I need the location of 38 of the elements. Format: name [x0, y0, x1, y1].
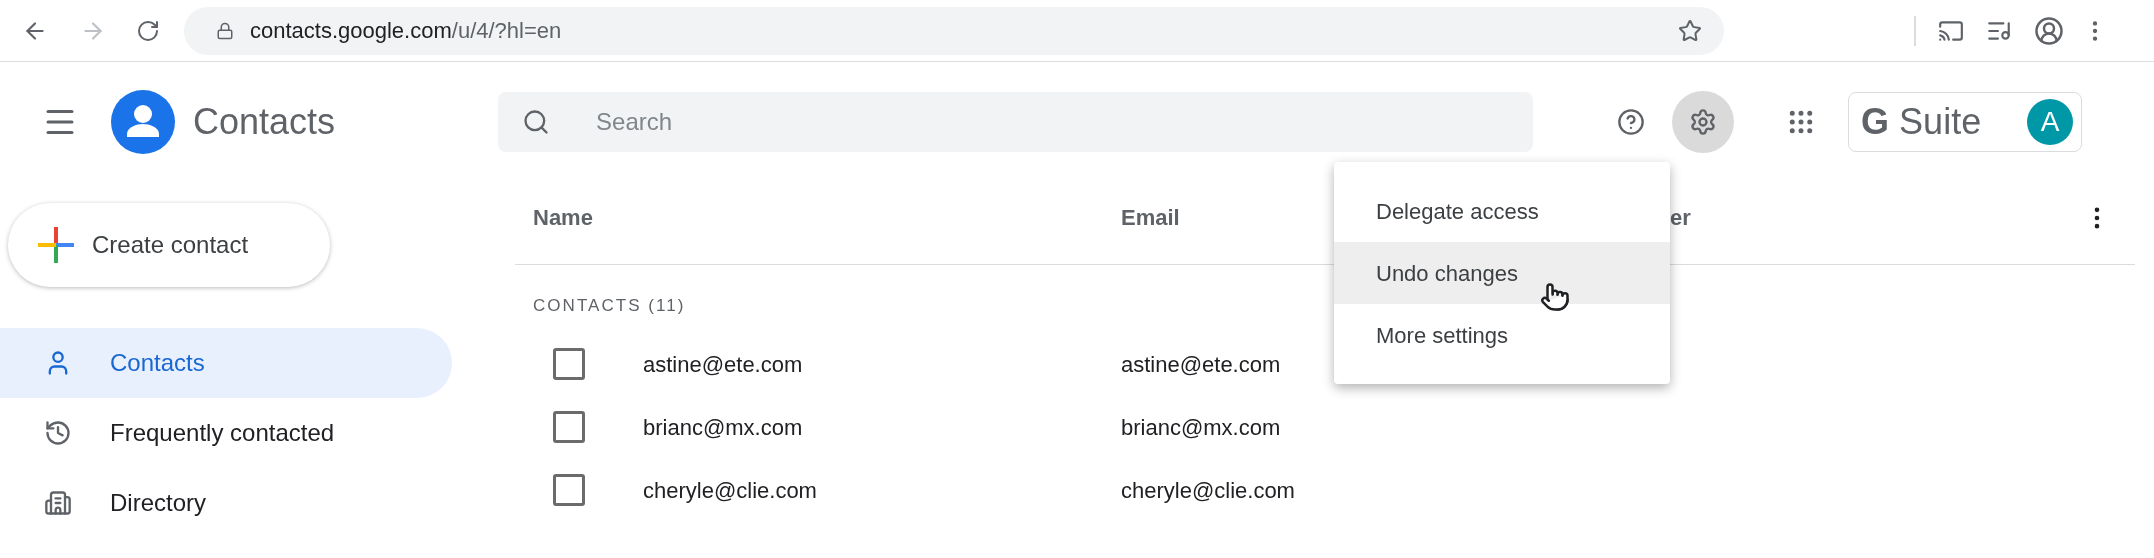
sidebar-item[interactable]: Contacts [0, 328, 452, 398]
contact-email: cheryle@clie.com [1121, 476, 1295, 505]
menu-item[interactable]: Delegate access [1334, 180, 1670, 242]
create-contact-button[interactable]: Create contact [8, 203, 330, 287]
settings-icon [1689, 108, 1718, 136]
contact-name: brianc@mx.com [643, 413, 804, 442]
column-header[interactable]: er [1670, 201, 1691, 234]
search-field[interactable]: Search [498, 92, 1534, 152]
lock-icon [216, 21, 234, 40]
app-title: Contacts [193, 100, 336, 144]
menu-item[interactable]: Undo changes [1334, 242, 1670, 304]
profile-icon[interactable] [2034, 15, 2064, 46]
history-icon [44, 419, 72, 447]
sidebar-item[interactable]: Directory [0, 468, 452, 538]
checkbox[interactable] [553, 474, 585, 506]
contact-email: astine@ete.com [1121, 350, 1281, 379]
contact-name: astine@ete.com [643, 350, 804, 379]
contact-name: cheryle@clie.com [643, 476, 818, 505]
search-icon[interactable] [522, 108, 551, 136]
reload-icon[interactable] [136, 18, 160, 43]
sidebar-item[interactable]: Frequently contacted [0, 398, 452, 468]
help-icon[interactable] [1617, 108, 1646, 136]
bookmark-star-icon[interactable] [1678, 18, 1702, 43]
checkbox[interactable] [553, 411, 585, 443]
building-icon [44, 489, 72, 517]
brand-text: G Suite [1861, 100, 1982, 144]
plus-icon [38, 227, 74, 263]
account-badge[interactable]: G Suite A [1848, 92, 2083, 152]
hand-cursor-icon [1540, 280, 1570, 314]
checkbox[interactable] [553, 348, 585, 380]
url-text: contacts.google.com/u/4/?hl=en [250, 17, 562, 45]
menu-item[interactable]: More settings [1334, 304, 1670, 366]
group-label: CONTACTS (11) [533, 295, 686, 317]
contact-email: brianc@mx.com [1121, 413, 1281, 442]
column-header[interactable]: Name [533, 201, 1121, 234]
address-bar[interactable]: contacts.google.com/u/4/?hl=en [184, 6, 1724, 55]
contacts-logo-icon [111, 90, 175, 154]
avatar[interactable]: A [2027, 99, 2074, 145]
